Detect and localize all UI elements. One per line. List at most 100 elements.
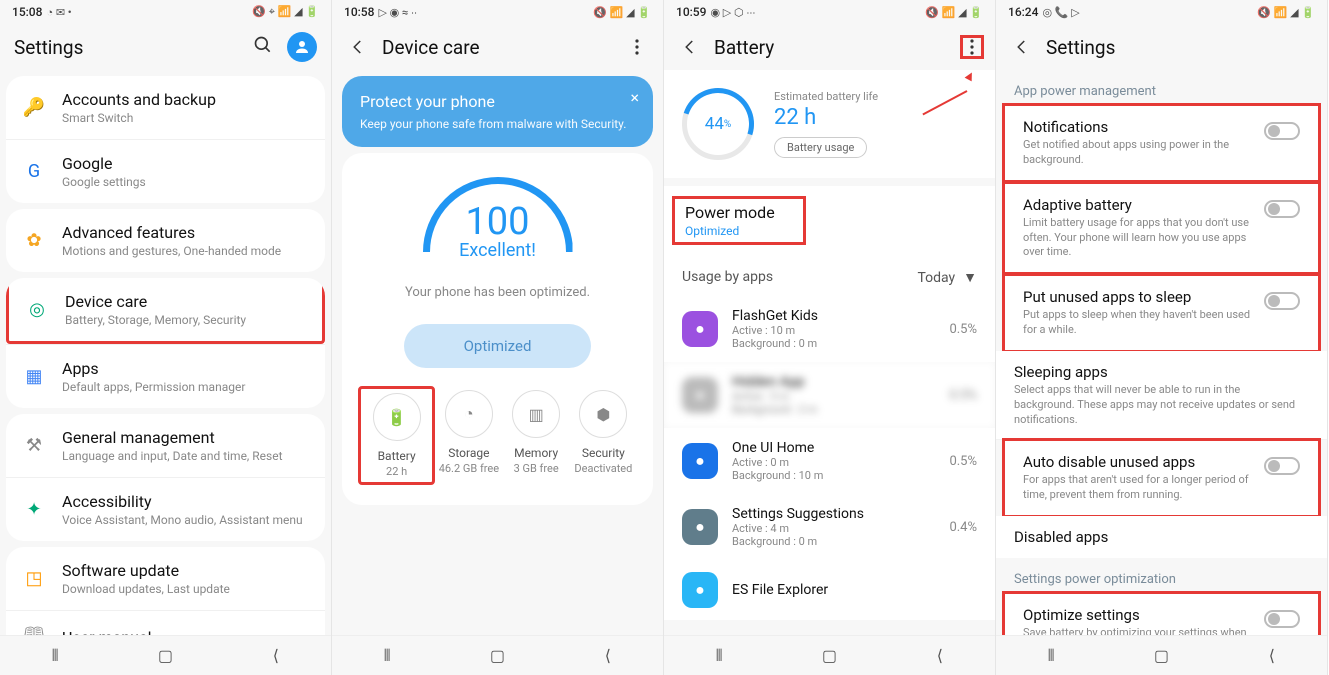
recents-button[interactable]: ⦀ <box>43 644 67 668</box>
phone-battery: 10:59◉ ▷ ⬡ ∙∙∙ 🔇 📶 ◢ 🔋 Battery 44% Estim… <box>664 0 996 675</box>
back-icon[interactable] <box>678 35 702 59</box>
recents-button[interactable]: ⦀ <box>707 644 731 668</box>
nav-bar: ⦀ ▢ ⟨ <box>996 635 1327 675</box>
score-value: 100 <box>358 200 637 244</box>
toggle-switch[interactable] <box>1264 610 1300 628</box>
app-row[interactable]: ● Settings Suggestions Active : 4 m Back… <box>664 494 995 560</box>
page-title: Settings <box>14 36 253 59</box>
usage-filter[interactable]: Today ▼ <box>917 269 977 286</box>
app-icon: ● <box>682 509 718 545</box>
nav-bar: ⦀ ▢ ⟨ <box>664 635 995 675</box>
toggle-switch[interactable] <box>1264 122 1300 140</box>
header: Settings <box>0 24 331 70</box>
settings-item[interactable]: ▦ Apps Default apps, Permission manager <box>6 344 325 408</box>
app-icon: ● <box>682 443 718 479</box>
back-button[interactable]: ⟨ <box>264 644 288 668</box>
settings-item[interactable]: ✿ Advanced features Motions and gestures… <box>6 209 325 272</box>
toggle-item[interactable]: Optimize settings Save battery by optimi… <box>1005 594 1318 635</box>
page-title: Device care <box>382 36 625 59</box>
battery-summary: 44% Estimated battery life 22 h Battery … <box>664 70 995 178</box>
nav-bar: ⦀ ▢ ⟨ <box>0 635 331 675</box>
phone-settings: 15:08◔ ✉ • 🔇 ⌖ 📶 ◢ 🔋 Settings 🔑 Accounts… <box>0 0 332 675</box>
tile-battery[interactable]: 🔋 Battery 22 h <box>358 386 435 485</box>
chevron-down-icon: ▼ <box>963 269 977 286</box>
toggle-item[interactable]: Sleeping apps Select apps that will neve… <box>996 351 1327 441</box>
app-row[interactable]: ● ES File Explorer <box>664 560 995 620</box>
settings-item[interactable]: ✦ Accessibility Voice Assistant, Mono au… <box>6 477 325 541</box>
toggle-switch[interactable] <box>1264 457 1300 475</box>
app-row[interactable]: ● Hidden App Active : 5 m Background : 2… <box>664 362 995 428</box>
battery-ring: 44% <box>682 88 754 160</box>
app-row[interactable]: ● One UI Home Active : 0 m Background : … <box>664 428 995 494</box>
toggle-item[interactable]: Put unused apps to sleep Put apps to sle… <box>1005 276 1318 350</box>
back-button[interactable]: ⟨ <box>596 644 620 668</box>
security-banner[interactable]: Protect your phone Keep your phone safe … <box>342 76 653 147</box>
app-icon: ● <box>682 572 718 608</box>
settings-item[interactable]: ◎ Device care Battery, Storage, Memory, … <box>6 278 325 344</box>
status-bar: 15:08◔ ✉ • 🔇 ⌖ 📶 ◢ 🔋 <box>0 0 331 24</box>
home-button[interactable]: ▢ <box>1149 644 1173 668</box>
item-icon: ▦ <box>22 365 46 389</box>
battery-usage-button[interactable]: Battery usage <box>774 137 867 158</box>
item-icon: ◎ <box>25 298 49 322</box>
phone-power-settings: 16:24◎ 📞 ▷ 🔇 📶 ◢ 🔋 Settings App power ma… <box>996 0 1328 675</box>
tile-storage[interactable]: ◔ Storage 46.2 GB free <box>435 390 502 481</box>
search-icon[interactable] <box>253 35 273 59</box>
toggle-item[interactable]: Notifications Get notified about apps us… <box>1005 106 1318 180</box>
status-bar: 10:58▷ ◉ ≈ ∙∙ 🔇 📶 ◢ 🔋 <box>332 0 663 24</box>
power-mode-item[interactable]: Power mode Optimized <box>664 186 995 255</box>
back-button[interactable]: ⟨ <box>1260 644 1284 668</box>
toggle-item[interactable]: Auto disable unused apps For apps that a… <box>1005 441 1318 515</box>
settings-item[interactable]: ⚒ General management Language and input,… <box>6 414 325 477</box>
optimize-button[interactable]: Optimized <box>404 324 592 368</box>
toggle-item[interactable]: Adaptive battery Limit battery usage for… <box>1005 184 1318 273</box>
settings-item[interactable]: ◳ Software update Download updates, Last… <box>6 547 325 610</box>
page-title: Settings <box>1046 36 1313 59</box>
status-bar: 16:24◎ 📞 ▷ 🔇 📶 ◢ 🔋 <box>996 0 1327 24</box>
home-button[interactable]: ▢ <box>153 644 177 668</box>
close-icon[interactable]: × <box>630 88 639 107</box>
item-icon: ✦ <box>22 498 46 522</box>
home-button[interactable]: ▢ <box>817 644 841 668</box>
item-icon: ⚒ <box>22 434 46 458</box>
recents-button[interactable]: ⦀ <box>375 644 399 668</box>
tile-icon: ◔ <box>445 390 493 438</box>
header: Device care <box>332 24 663 70</box>
item-icon: 🔑 <box>22 96 46 120</box>
tile-icon: 🔋 <box>373 393 421 441</box>
tile-icon: ⬢ <box>579 390 627 438</box>
section-header: App power management <box>996 70 1327 105</box>
app-icon: ● <box>682 311 718 347</box>
recents-button[interactable]: ⦀ <box>1039 644 1063 668</box>
tile-icon: ▥ <box>512 390 560 438</box>
phone-device-care: 10:58▷ ◉ ≈ ∙∙ 🔇 📶 ◢ 🔋 Device care Protec… <box>332 0 664 675</box>
usage-header: Usage by apps Today ▼ <box>664 255 995 296</box>
toggle-item[interactable]: Disabled apps <box>996 516 1327 558</box>
settings-list[interactable]: 🔑 Accounts and backup Smart SwitchG Goog… <box>0 70 331 635</box>
more-icon[interactable] <box>960 35 984 59</box>
tile-security[interactable]: ⬢ Security Deactivated <box>570 390 637 481</box>
header: Settings <box>996 24 1327 70</box>
tile-memory[interactable]: ▥ Memory 3 GB free <box>503 390 570 481</box>
section-header: Settings power optimization <box>996 558 1327 593</box>
header: Battery <box>664 24 995 70</box>
nav-bar: ⦀ ▢ ⟨ <box>332 635 663 675</box>
more-icon[interactable] <box>625 35 649 59</box>
app-icon: ● <box>682 377 718 413</box>
item-icon: 🕮 <box>22 625 46 635</box>
settings-item[interactable]: G Google Google settings <box>6 139 325 203</box>
back-button[interactable]: ⟨ <box>928 644 952 668</box>
item-icon: ✿ <box>22 229 46 253</box>
score-card: 100 Excellent! Your phone has been optim… <box>342 153 653 505</box>
back-icon[interactable] <box>1010 35 1034 59</box>
toggle-switch[interactable] <box>1264 200 1300 218</box>
avatar[interactable] <box>287 32 317 62</box>
app-row[interactable]: ● FlashGet Kids Active : 10 m Background… <box>664 296 995 362</box>
settings-item[interactable]: 🕮 User manual <box>6 610 325 635</box>
back-icon[interactable] <box>346 35 370 59</box>
toggle-switch[interactable] <box>1264 292 1300 310</box>
settings-item[interactable]: 🔑 Accounts and backup Smart Switch <box>6 76 325 139</box>
home-button[interactable]: ▢ <box>485 644 509 668</box>
status-bar: 10:59◉ ▷ ⬡ ∙∙∙ 🔇 📶 ◢ 🔋 <box>664 0 995 24</box>
item-icon: G <box>22 160 46 184</box>
